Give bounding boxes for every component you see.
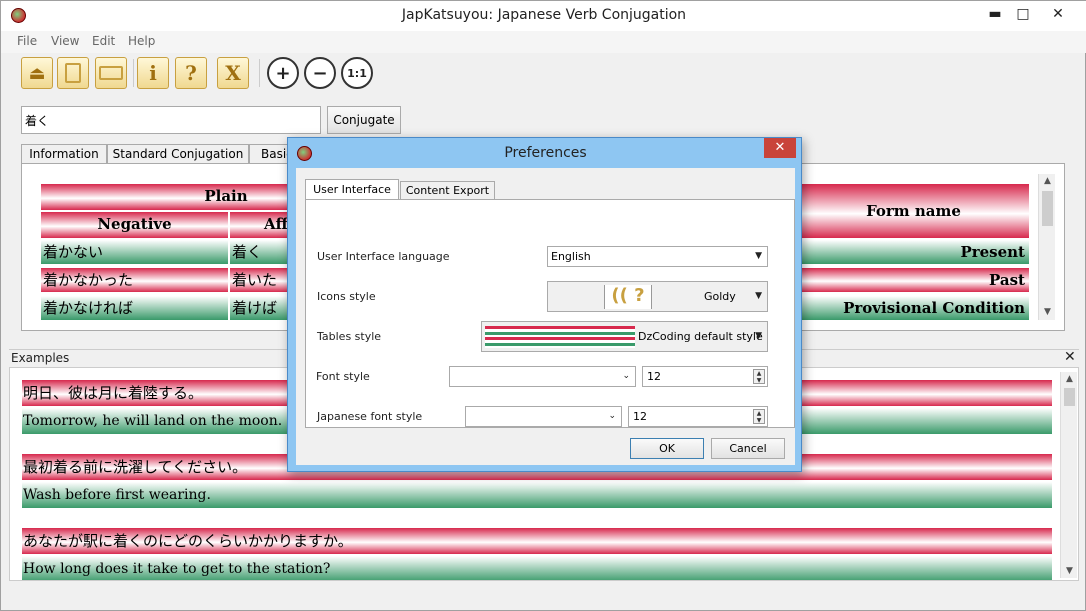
- table-cell: 着かなければ: [41, 296, 228, 320]
- user-interface-page: User Interface language English ▼ Icons …: [305, 199, 795, 428]
- japanese-font-size-value: 12: [633, 410, 647, 423]
- ok-button[interactable]: OK: [630, 438, 704, 459]
- help-icon: ?: [185, 61, 197, 85]
- stepper-arrows-icon[interactable]: ▲ ▼: [753, 409, 765, 424]
- form-name-cell: Present: [798, 240, 1029, 264]
- examples-close-button[interactable]: ✕: [1064, 349, 1076, 365]
- stepper-arrows-icon[interactable]: ▲ ▼: [753, 369, 765, 384]
- table-header-negative: Negative: [41, 212, 228, 238]
- scroll-up-icon[interactable]: ▲: [1061, 372, 1078, 386]
- table-cell: 着かない: [41, 240, 228, 264]
- example-english: Wash before first wearing.: [22, 482, 1052, 508]
- tables-style-value: DzCoding default style: [638, 330, 763, 343]
- conjugate-button[interactable]: Conjugate: [327, 106, 401, 134]
- font-size-value: 12: [647, 370, 661, 383]
- example-japanese: あなたが駅に着くのにどのくらいかかりますか。: [22, 528, 1052, 554]
- toolbar-separator: [133, 59, 134, 87]
- language-value: English: [551, 250, 591, 263]
- language-select[interactable]: English ▼: [547, 246, 768, 267]
- print-icon: [65, 63, 81, 83]
- maximize-button[interactable]: □: [1009, 3, 1037, 25]
- exit-button[interactable]: X: [217, 57, 249, 89]
- menu-bar: File View Edit Help: [1, 31, 1086, 53]
- form-name-cell: Past: [798, 268, 1029, 292]
- icons-style-select[interactable]: (( ? Goldy ▼: [547, 281, 768, 312]
- japanese-font-select[interactable]: ⌄: [465, 406, 622, 427]
- minimize-button[interactable]: ▬: [981, 3, 1009, 25]
- font-size-stepper[interactable]: 12 ▲ ▼: [642, 366, 768, 387]
- font-style-label: Font style: [316, 370, 370, 383]
- goldy-preview-icon: (( ?: [604, 285, 652, 309]
- close-button[interactable]: ✕: [1035, 3, 1081, 25]
- zoom-out-button[interactable]: −: [304, 57, 336, 89]
- window-title: JapKatsuyou: Japanese Verb Conjugation: [401, 7, 687, 23]
- help-button[interactable]: ?: [175, 57, 207, 89]
- dialog-title: Preferences: [504, 145, 587, 161]
- menu-view[interactable]: View: [51, 34, 79, 48]
- exit-icon: X: [225, 61, 241, 85]
- scroll-thumb[interactable]: [1042, 191, 1053, 226]
- table-scrollbar[interactable]: ▲ ▼: [1038, 174, 1055, 320]
- zoom-in-icon: +: [275, 62, 291, 84]
- chevron-down-icon: ▼: [755, 251, 762, 261]
- info-icon: i: [149, 61, 157, 85]
- scroll-up-icon[interactable]: ▲: [1039, 174, 1056, 188]
- japanese-font-size-stepper[interactable]: 12 ▲ ▼: [628, 406, 768, 427]
- menu-help[interactable]: Help: [128, 34, 155, 48]
- scroll-thumb[interactable]: [1064, 388, 1075, 406]
- zoom-reset-icon: 1:1: [347, 66, 367, 80]
- table-preview-icon: [485, 326, 635, 348]
- open-button[interactable]: ⏏: [21, 57, 53, 89]
- language-label: User Interface language: [317, 250, 450, 263]
- chevron-down-icon: ▼: [755, 291, 762, 301]
- tables-style-label: Tables style: [317, 330, 382, 343]
- tab-user-interface[interactable]: User Interface: [305, 179, 399, 201]
- table-cell: 着かなかった: [41, 268, 228, 292]
- info-button[interactable]: i: [137, 57, 169, 89]
- examples-scrollbar[interactable]: ▲ ▼: [1060, 372, 1077, 578]
- japanese-font-label: Japanese font style: [317, 410, 423, 423]
- tab-content-export[interactable]: Content Export: [400, 181, 495, 200]
- examples-label: Examples: [11, 351, 70, 365]
- print-button[interactable]: [57, 57, 89, 89]
- chevron-down-icon: ⌄: [608, 411, 616, 421]
- preferences-dialog: Preferences ✕ User Interface Content Exp…: [287, 137, 802, 472]
- form-name-cell: Provisional Condition: [798, 296, 1029, 320]
- scroll-down-icon[interactable]: ▼: [1039, 305, 1056, 319]
- toolbar-separator: [259, 59, 260, 87]
- eject-icon: ⏏: [28, 62, 46, 84]
- tab-information[interactable]: Information: [21, 144, 107, 164]
- zoom-out-icon: −: [312, 62, 328, 84]
- icons-style-value: Goldy: [704, 290, 736, 303]
- example-english: How long does it take to get to the stat…: [22, 556, 1052, 580]
- cancel-button[interactable]: Cancel: [711, 438, 785, 459]
- scroll-down-icon[interactable]: ▼: [1061, 564, 1078, 578]
- dialog-body: User Interface Content Export User Inter…: [296, 168, 795, 465]
- chevron-down-icon: ⌄: [622, 371, 630, 381]
- menu-edit[interactable]: Edit: [92, 34, 115, 48]
- chevron-down-icon: ▼: [755, 331, 762, 341]
- dialog-close-button[interactable]: ✕: [764, 138, 796, 158]
- font-style-select[interactable]: ⌄: [449, 366, 636, 387]
- export-button[interactable]: [95, 57, 127, 89]
- zoom-reset-button[interactable]: 1:1: [341, 57, 373, 89]
- title-bar: JapKatsuyou: Japanese Verb Conjugation ▬…: [1, 1, 1086, 31]
- tab-standard-conjugation[interactable]: Standard Conjugation: [107, 144, 249, 164]
- menu-file[interactable]: File: [17, 34, 37, 48]
- tables-style-select[interactable]: DzCoding default style ▼: [481, 321, 768, 352]
- card-icon: [99, 66, 123, 80]
- toolbar: ⏏ i ? X + − 1:1: [1, 53, 1086, 93]
- icons-style-label: Icons style: [317, 290, 376, 303]
- verb-input[interactable]: [21, 106, 321, 134]
- zoom-in-button[interactable]: +: [267, 57, 299, 89]
- table-header-form-name: Form name: [798, 184, 1029, 238]
- app-window: JapKatsuyou: Japanese Verb Conjugation ▬…: [0, 0, 1086, 611]
